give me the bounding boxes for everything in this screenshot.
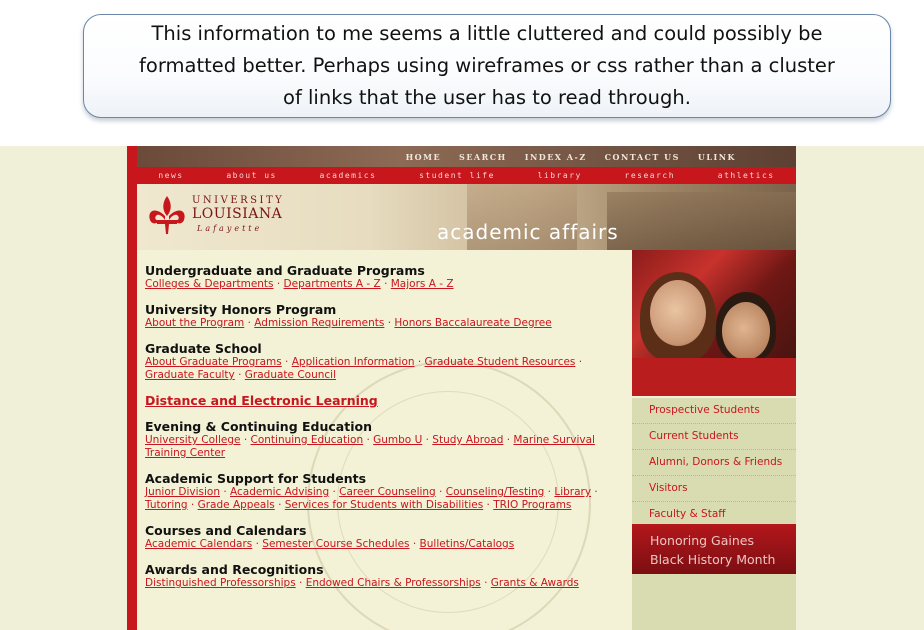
section-academic-support: Academic Support for Students Junior Div… <box>145 471 625 512</box>
section-links: Distinguished Professorships · Endowed C… <box>145 577 579 589</box>
banner-building-image-2 <box>607 192 796 250</box>
section-title: Academic Support for Students <box>145 471 367 486</box>
sidebar-filler <box>632 574 796 630</box>
link-departments-a-z[interactable]: Departments A - Z <box>284 278 381 290</box>
callout-text: This information to me seems a little cl… <box>139 18 835 114</box>
section-title: University Honors Program <box>145 302 337 317</box>
link-tutoring[interactable]: Tutoring <box>145 499 188 511</box>
link-junior-division[interactable]: Junior Division <box>145 486 220 498</box>
menu-item-prospective-students[interactable]: Prospective Students <box>632 398 796 424</box>
nav-item-athletics[interactable]: athletics <box>718 171 775 180</box>
link-library[interactable]: Library <box>554 486 591 498</box>
header-banner: UNIVERSITY LOUISIANA Lafayette academic … <box>137 184 796 250</box>
nav-item-academics[interactable]: academics <box>320 171 377 180</box>
link-grants-awards[interactable]: Grants & Awards <box>491 577 579 589</box>
link-about-program[interactable]: About the Program <box>145 317 244 329</box>
link-endowed-chairs[interactable]: Endowed Chairs & Professorships <box>306 577 481 589</box>
section-links: University College · Continuing Educatio… <box>145 434 595 459</box>
website-screenshot: HOME SEARCH INDEX A-Z CONTACT US ULINK n… <box>127 146 796 630</box>
menu-item-visitors[interactable]: Visitors <box>632 476 796 502</box>
utility-bar: HOME SEARCH INDEX A-Z CONTACT US ULINK <box>137 146 796 167</box>
link-disability-services[interactable]: Services for Students with Disabilities <box>285 499 483 511</box>
utility-link-home[interactable]: HOME <box>406 152 441 162</box>
section-title: Undergraduate and Graduate Programs <box>145 263 425 278</box>
audience-menu: Prospective Students Current Students Al… <box>632 398 796 528</box>
callout-line-2: formatted better. Perhaps using wirefram… <box>139 54 835 77</box>
link-distinguished-professorships[interactable]: Distinguished Professorships <box>145 577 296 589</box>
section-title: Evening & Continuing Education <box>145 419 372 434</box>
section-links: About the Program · Admission Requiremen… <box>145 317 552 329</box>
menu-item-current-students[interactable]: Current Students <box>632 424 796 450</box>
link-trio-programs[interactable]: TRIO Programs <box>493 499 571 511</box>
section-evening-education: Evening & Continuing Education Universit… <box>145 419 625 460</box>
section-title: Graduate School <box>145 341 262 356</box>
link-honors-degree[interactable]: Honors Baccalaureate Degree <box>394 317 551 329</box>
link-course-schedules[interactable]: Semester Course Schedules <box>262 538 409 550</box>
utility-nav: HOME SEARCH INDEX A-Z CONTACT US ULINK <box>406 146 736 167</box>
link-study-abroad[interactable]: Study Abroad <box>432 434 503 446</box>
students-photo <box>632 250 796 396</box>
link-bulletins-catalogs[interactable]: Bulletins/Catalogs <box>420 538 515 550</box>
utility-link-ulink[interactable]: ULINK <box>698 152 736 162</box>
photo-figure-face-2 <box>722 302 770 360</box>
section-links: About Graduate Programs · Application In… <box>145 356 583 381</box>
section-graduate-school: Graduate School About Graduate Programs … <box>145 341 625 382</box>
utility-link-index[interactable]: INDEX A-Z <box>525 152 587 162</box>
promo-banner[interactable]: Honoring Gaines Black History Month <box>632 524 796 574</box>
nav-item-news[interactable]: news <box>158 171 183 180</box>
link-academic-calendars[interactable]: Academic Calendars <box>145 538 252 550</box>
link-graduate-student-resources[interactable]: Graduate Student Resources <box>425 356 576 368</box>
logo-line-2: LOUISIANA <box>192 206 283 222</box>
section-courses-calendars: Courses and Calendars Academic Calendars… <box>145 523 625 551</box>
callout-line-3: of links that the user has to read throu… <box>283 86 691 109</box>
link-gumbo-u[interactable]: Gumbo U <box>373 434 422 446</box>
comment-callout: This information to me seems a little cl… <box>83 14 891 118</box>
photo-shirts <box>632 358 796 396</box>
section-links: Academic Calendars · Semester Course Sch… <box>145 538 515 550</box>
logo-line-3: Lafayette <box>197 224 263 233</box>
section-links: Colleges & Departments · Departments A -… <box>145 278 454 290</box>
main-nav: news about us academics student life lib… <box>137 167 796 184</box>
section-links: Junior Division · Academic Advising · Ca… <box>145 486 598 511</box>
link-counseling-testing[interactable]: Counseling/Testing <box>446 486 545 498</box>
promo-line-2: Black History Month <box>650 552 776 567</box>
link-career-counseling[interactable]: Career Counseling <box>339 486 436 498</box>
menu-item-alumni[interactable]: Alumni, Donors & Friends <box>632 450 796 476</box>
nav-item-library[interactable]: library <box>538 171 582 180</box>
nav-item-student-life[interactable]: student life <box>419 171 495 180</box>
page-title: academic affairs <box>437 220 619 244</box>
utility-link-search[interactable]: SEARCH <box>459 152 507 162</box>
link-majors-a-z[interactable]: Majors A - Z <box>391 278 454 290</box>
link-university-college[interactable]: University College <box>145 434 240 446</box>
section-distance-learning: Distance and Electronic Learning <box>145 393 625 408</box>
link-grade-appeals[interactable]: Grade Appeals <box>198 499 275 511</box>
link-academic-advising[interactable]: Academic Advising <box>230 486 329 498</box>
section-title: Courses and Calendars <box>145 523 307 538</box>
link-colleges-departments[interactable]: Colleges & Departments <box>145 278 274 290</box>
section-honors: University Honors Program About the Prog… <box>145 302 625 330</box>
logo-line-1: UNIVERSITY <box>192 195 285 206</box>
section-title: Awards and Recognitions <box>145 562 324 577</box>
main-content: Undergraduate and Graduate Programs Coll… <box>145 263 625 601</box>
fleur-de-lis-icon <box>149 196 185 234</box>
link-graduate-faculty[interactable]: Graduate Faculty <box>145 369 235 381</box>
link-application-information[interactable]: Application Information <box>292 356 415 368</box>
nav-item-research[interactable]: research <box>625 171 676 180</box>
section-awards: Awards and Recognitions Distinguished Pr… <box>145 562 625 590</box>
link-graduate-council[interactable]: Graduate Council <box>245 369 336 381</box>
promo-line-1: Honoring Gaines <box>650 533 755 548</box>
callout-line-1: This information to me seems a little cl… <box>151 22 823 45</box>
utility-link-contact[interactable]: CONTACT US <box>605 152 680 162</box>
link-admission-requirements[interactable]: Admission Requirements <box>254 317 384 329</box>
section-programs: Undergraduate and Graduate Programs Coll… <box>145 263 625 291</box>
nav-item-about-us[interactable]: about us <box>226 171 277 180</box>
university-logo[interactable]: UNIVERSITY LOUISIANA Lafayette <box>145 192 305 242</box>
photo-figure-face <box>650 280 706 346</box>
link-about-graduate-programs[interactable]: About Graduate Programs <box>145 356 282 368</box>
link-continuing-education[interactable]: Continuing Education <box>251 434 364 446</box>
distance-learning-link[interactable]: Distance and Electronic Learning <box>145 393 625 408</box>
